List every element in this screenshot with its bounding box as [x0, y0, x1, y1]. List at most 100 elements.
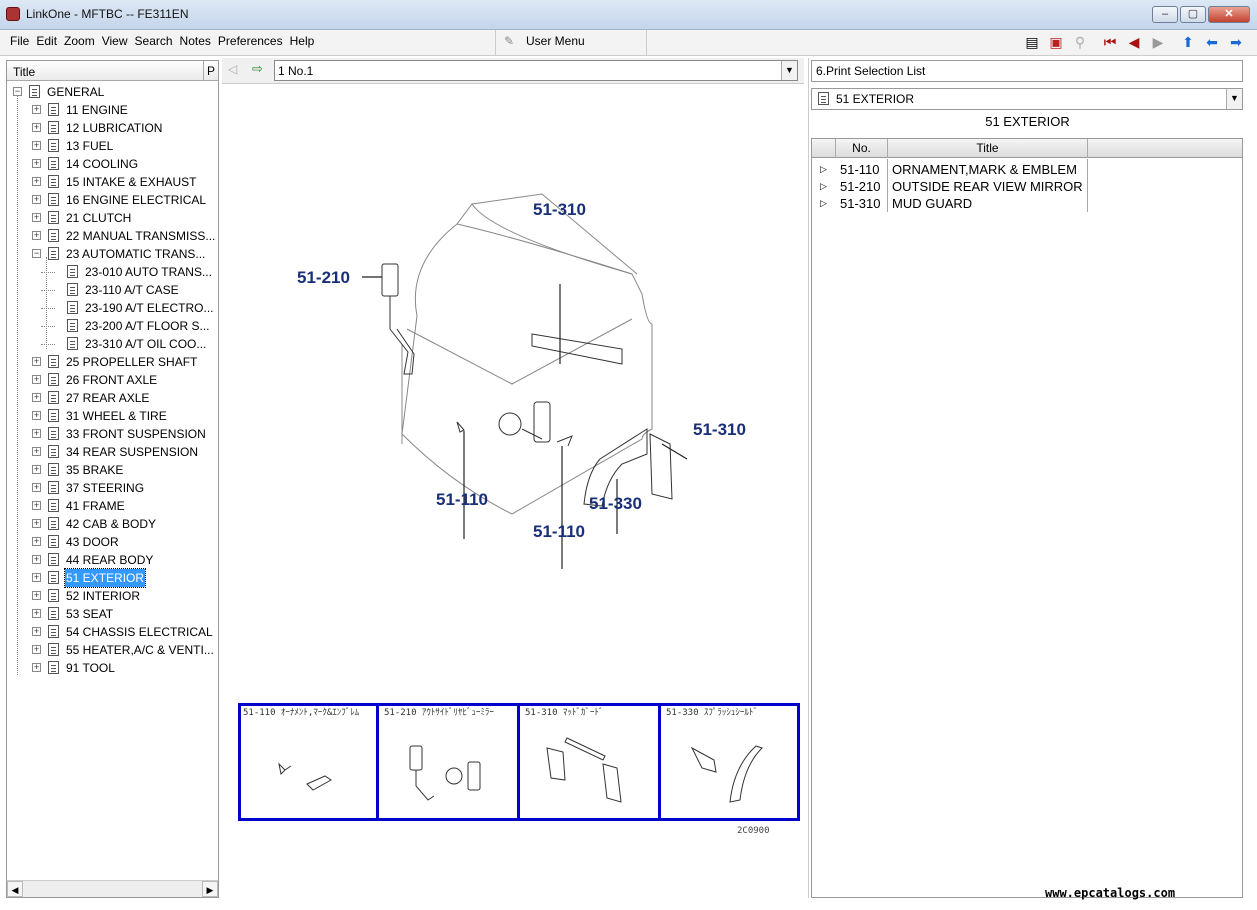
tree-item[interactable]: +27 REAR AXLE — [7, 389, 218, 407]
tree-item[interactable]: +11 ENGINE — [7, 101, 218, 119]
tree-item[interactable]: +22 MANUAL TRANSMISS... — [7, 227, 218, 245]
tree-col-title[interactable]: Title — [13, 65, 35, 79]
menu-view[interactable]: View — [102, 34, 128, 48]
tree-item[interactable]: 23-200 A/T FLOOR S... — [7, 317, 218, 335]
menu-help[interactable]: Help — [290, 34, 315, 48]
expand-icon[interactable]: + — [32, 357, 41, 366]
tree-item[interactable]: +54 CHASSIS ELECTRICAL — [7, 623, 218, 641]
collapse-icon[interactable]: − — [32, 249, 41, 258]
expand-icon[interactable]: + — [32, 123, 41, 132]
column-title[interactable]: Title — [888, 139, 1088, 158]
thumbnail[interactable]: 51-330 ｽﾌﾟﾗｯｼｭｼｰﾙﾄﾞ — [664, 706, 802, 818]
zoom-icon[interactable]: ⚲ — [1070, 32, 1090, 52]
table-row[interactable]: ▷ 51-110 ORNAMENT,MARK & EMBLEM — [812, 161, 1242, 178]
tree-item[interactable]: +37 STEERING — [7, 479, 218, 497]
tree-item[interactable]: − 23 AUTOMATIC TRANS... — [7, 245, 218, 263]
expand-icon[interactable]: + — [32, 645, 41, 654]
forward-arrow-icon[interactable]: ➡ — [1226, 32, 1246, 52]
list-view-icon[interactable]: ▤ — [1022, 32, 1042, 52]
tree-item[interactable]: +15 INTAKE & EXHAUST — [7, 173, 218, 191]
tree-item[interactable]: +52 INTERIOR — [7, 587, 218, 605]
thumbnail[interactable]: 51-310 ﾏｯﾄﾞｶﾞｰﾄﾞ — [523, 706, 661, 818]
back-arrow-icon[interactable]: ⬅ — [1202, 32, 1222, 52]
callout-label[interactable]: 51-310 — [533, 200, 586, 220]
chevron-down-icon[interactable]: ▼ — [781, 61, 797, 80]
menu-edit[interactable]: Edit — [36, 34, 57, 48]
expand-icon[interactable]: + — [32, 375, 41, 384]
callout-label[interactable]: 51-110 — [436, 490, 488, 510]
user-menu-button[interactable]: ✎ User Menu — [495, 30, 647, 56]
expand-icon[interactable]: + — [32, 627, 41, 636]
expand-icon[interactable]: + — [32, 447, 41, 456]
tree-item[interactable]: +42 CAB & BODY — [7, 515, 218, 533]
expand-icon[interactable]: + — [32, 519, 41, 528]
menu-notes[interactable]: Notes — [180, 34, 211, 48]
tree-item[interactable]: 23-310 A/T OIL COO... — [7, 335, 218, 353]
tree-item[interactable]: − GENERAL — [7, 83, 218, 101]
callout-label[interactable]: 51-110 — [533, 522, 585, 542]
first-page-icon[interactable]: ⏮ — [1100, 32, 1120, 52]
book-icon[interactable]: ▣ — [1046, 32, 1066, 52]
list-name-field[interactable]: 6.Print Selection List — [811, 60, 1243, 82]
tree-item[interactable]: +41 FRAME — [7, 497, 218, 515]
callout-label[interactable]: 51-210 — [297, 268, 350, 288]
tree-item[interactable]: +16 ENGINE ELECTRICAL — [7, 191, 218, 209]
next-page-icon[interactable]: ▶ — [1148, 32, 1168, 52]
up-arrow-icon[interactable]: ⬆ — [1178, 32, 1198, 52]
expand-icon[interactable]: + — [32, 573, 41, 582]
tree-item[interactable]: +55 HEATER,A/C & VENTI... — [7, 641, 218, 659]
tree-item[interactable]: +44 REAR BODY — [7, 551, 218, 569]
table-row[interactable]: ▷ 51-210 OUTSIDE REAR VIEW MIRROR — [812, 178, 1242, 195]
expand-icon[interactable]: + — [32, 465, 41, 474]
tree-item[interactable]: +21 CLUTCH — [7, 209, 218, 227]
tree-item[interactable]: +91 TOOL — [7, 659, 218, 677]
go-page-icon[interactable]: ⇨ — [252, 61, 263, 77]
menu-file[interactable]: File — [10, 34, 29, 48]
expand-icon[interactable]: + — [32, 591, 41, 600]
menu-zoom[interactable]: Zoom — [64, 34, 95, 48]
expand-icon[interactable]: + — [32, 159, 41, 168]
expand-icon[interactable]: + — [32, 609, 41, 618]
expand-icon[interactable]: + — [32, 177, 41, 186]
expand-icon[interactable]: + — [32, 195, 41, 204]
tree-item[interactable]: +34 REAR SUSPENSION — [7, 443, 218, 461]
tree-item[interactable]: 23-110 A/T CASE — [7, 281, 218, 299]
scroll-left-arrow-icon[interactable]: ◀ — [7, 881, 23, 897]
expand-icon[interactable]: + — [32, 537, 41, 546]
tree-item[interactable]: 23-190 A/T ELECTRO... — [7, 299, 218, 317]
tree-item[interactable]: +13 FUEL — [7, 137, 218, 155]
scroll-right-arrow-icon[interactable]: ▶ — [202, 881, 218, 897]
menu-preferences[interactable]: Preferences — [218, 34, 283, 48]
expand-icon[interactable]: + — [32, 393, 41, 402]
tree-item[interactable]: +25 PROPELLER SHAFT — [7, 353, 218, 371]
chevron-down-icon[interactable]: ▼ — [1226, 89, 1242, 109]
expand-icon[interactable]: + — [32, 501, 41, 510]
previous-page-icon[interactable]: ◀ — [1124, 32, 1144, 52]
tree-item[interactable]: +43 DOOR — [7, 533, 218, 551]
tree-item[interactable]: +35 BRAKE — [7, 461, 218, 479]
table-row[interactable]: ▷ 51-310 MUD GUARD — [812, 195, 1242, 212]
expand-icon[interactable]: + — [32, 141, 41, 150]
expand-icon[interactable]: + — [32, 483, 41, 492]
callout-label[interactable]: 51-330 — [589, 494, 642, 514]
expand-icon[interactable]: + — [32, 105, 41, 114]
page-select[interactable]: 1 No.1 ▼ — [274, 60, 798, 81]
maximize-button[interactable]: ▢ — [1180, 6, 1206, 23]
close-button[interactable]: ✕ — [1208, 6, 1250, 23]
expand-icon[interactable]: + — [32, 231, 41, 240]
callout-label[interactable]: 51-310 — [693, 420, 746, 440]
tree-item[interactable]: +33 FRONT SUSPENSION — [7, 425, 218, 443]
thumbnail[interactable]: 51-210 ｱｳﾄｻｲﾄﾞﾘﾔﾋﾞｭｰﾐﾗｰ — [382, 706, 520, 818]
expand-icon[interactable]: + — [32, 555, 41, 564]
tree-item[interactable]: +14 COOLING — [7, 155, 218, 173]
tree-item[interactable]: +31 WHEEL & TIRE — [7, 407, 218, 425]
tree-item[interactable]: +26 FRONT AXLE — [7, 371, 218, 389]
tree-col-p[interactable]: P — [203, 61, 218, 80]
tree-item[interactable]: 23-010 AUTO TRANS... — [7, 263, 218, 281]
tree-item[interactable]: +53 SEAT — [7, 605, 218, 623]
expand-icon[interactable]: + — [32, 663, 41, 672]
expand-icon[interactable]: + — [32, 411, 41, 420]
back-page-icon[interactable]: ◁ — [228, 62, 237, 76]
menu-search[interactable]: Search — [135, 34, 173, 48]
tree-item[interactable]: +12 LUBRICATION — [7, 119, 218, 137]
